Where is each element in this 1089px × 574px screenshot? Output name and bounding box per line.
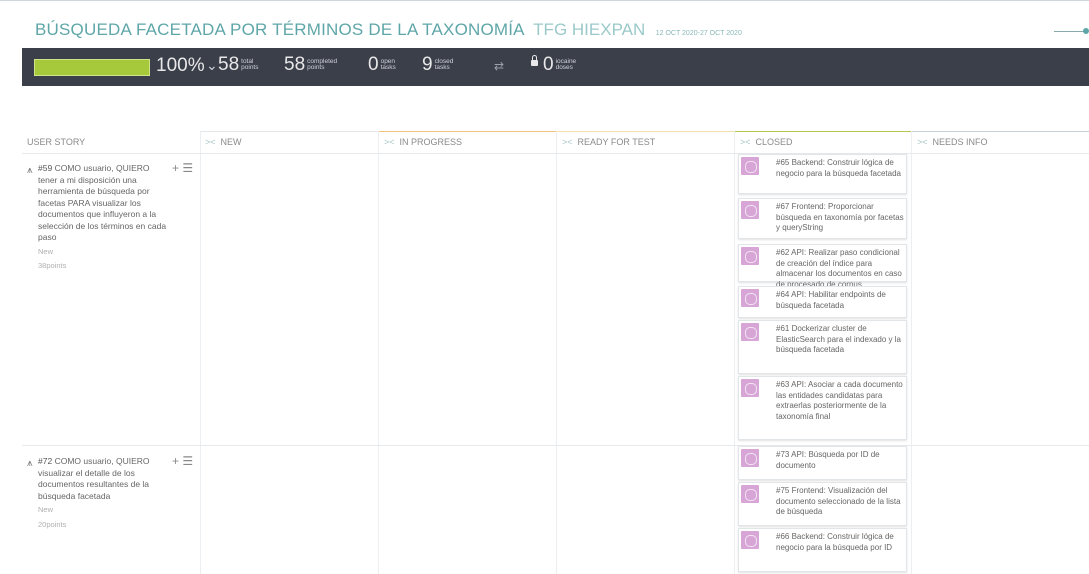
avatar [741,379,759,397]
horizontal-scroll-track[interactable] [1054,31,1084,32]
completed-points-stat: 58 completed points [284,54,338,75]
task-card[interactable]: #73 API: Búsqueda por ID de documento [738,446,907,480]
task-title[interactable]: #75 Frontend: Visualización del document… [776,486,904,518]
column-header-needs-info: >< NEEDS INFO [917,137,988,147]
task-card[interactable]: #62 API: Realizar paso condicional de cr… [738,244,907,289]
task-title[interactable]: #61 Dockerizar cluster de ElasticSearch … [776,324,904,356]
task-card[interactable]: #65 Backend: Construir lógica de negocio… [738,154,907,194]
chevron-collapse-icon[interactable]: ⩚ [27,165,33,176]
user-story-status[interactable]: New [38,246,171,258]
avatar [741,485,759,503]
in-progress-column-accent [379,131,556,132]
column-divider [911,131,912,574]
sprint-dates: 12 OCT 2020-27 OCT 2020 [655,30,742,37]
row-separator [22,445,1089,446]
collapse-column-icon[interactable]: >< [384,137,395,147]
task-title[interactable]: #67 Frontend: Proporcionar búsqueda en t… [776,202,904,234]
user-story-status[interactable]: New [38,504,171,516]
task-card[interactable]: #61 Dockerizar cluster de ElasticSearch … [738,320,907,374]
story-actions: + ☰ [172,161,193,175]
user-story-points: 38points [38,261,67,270]
closed-column-accent [735,131,911,132]
avatar [741,157,759,175]
collapse-column-icon[interactable]: >< [562,137,573,147]
progress-percent: 100% [156,55,205,76]
column-header-new: >< NEW [205,137,242,147]
user-story-text[interactable]: #72 COMO usuario, QUIERO visualizar el d… [38,456,171,530]
avatar [741,531,759,549]
list-icon[interactable]: ☰ [182,454,193,468]
total-points-stat: 58 total points [218,54,259,75]
user-story-points: 20points [38,519,67,529]
column-header-user-story: USER STORY [27,137,86,147]
sprint-title: BÚSQUEDA FACETADA POR TÉRMINOS DE LA TAX… [35,20,525,39]
ready-for-test-column-accent [557,131,734,132]
task-card[interactable]: #67 Frontend: Proporcionar búsqueda en t… [738,198,907,239]
avatar [741,247,759,265]
task-title[interactable]: #64 API: Habilitar endpoints de búsqueda… [776,290,904,311]
plus-icon[interactable]: + [172,454,179,468]
chevron-down-icon[interactable]: ⌄ [206,57,218,74]
task-card[interactable]: #63 API: Asociar a cada documento las en… [738,376,907,440]
column-header-closed: >< CLOSED [740,137,793,147]
row-separator [22,153,1089,154]
user-story-text[interactable]: #59 COMO usuario, QUIERO tener a mi disp… [38,163,171,272]
column-header-ready-for-test: >< READY FOR TEST [562,137,656,147]
horizontal-scroll-handle[interactable] [1083,28,1089,34]
iocaine-stat: 0 iocaine doses [543,54,577,75]
new-column-accent [200,131,378,132]
avatar [741,449,759,467]
task-card[interactable]: #66 Backend: Construir lógica de negocio… [738,528,907,572]
project-name[interactable]: TFG HIEXPAN [533,20,645,39]
progress-bar [34,59,150,76]
closed-tasks-stat: 9 closed tasks [422,54,454,75]
top-border [0,0,1089,1]
list-icon[interactable]: ☰ [182,161,193,175]
task-title[interactable]: #65 Backend: Construir lógica de negocio… [776,158,904,179]
sprint-stats-bar: 100% ⌄ 58 total points 58 completed poin… [22,48,1089,86]
column-header-in-progress: >< IN PROGRESS [384,137,463,147]
task-card[interactable]: #75 Frontend: Visualización del document… [738,482,907,526]
task-title[interactable]: #66 Backend: Construir lógica de negocio… [776,532,904,553]
collapse-column-icon[interactable]: >< [740,137,751,147]
column-divider [734,131,735,574]
column-divider [200,131,201,574]
swap-arrows-icon: ⇄ [494,59,505,73]
story-actions: + ☰ [172,454,193,468]
plus-icon[interactable]: + [172,161,179,175]
task-title[interactable]: #63 API: Asociar a cada documento las en… [776,380,904,422]
avatar [741,323,759,341]
open-tasks-stat: 0 open tasks [368,54,396,75]
needs-info-column-accent [912,131,1089,132]
sprint-title-row: BÚSQUEDA FACETADA POR TÉRMINOS DE LA TAX… [35,20,742,40]
task-card[interactable]: #64 API: Habilitar endpoints de búsqueda… [738,286,907,318]
collapse-column-icon[interactable]: >< [917,137,928,147]
column-divider [556,131,557,574]
column-divider [378,131,379,574]
avatar [741,201,759,219]
task-title[interactable]: #73 API: Búsqueda por ID de documento [776,450,904,471]
collapse-column-icon[interactable]: >< [205,137,216,147]
avatar [741,289,759,307]
lock-icon [531,55,538,66]
task-title[interactable]: #62 API: Realizar paso condicional de cr… [776,248,904,290]
chevron-collapse-icon[interactable]: ⩚ [27,458,33,469]
